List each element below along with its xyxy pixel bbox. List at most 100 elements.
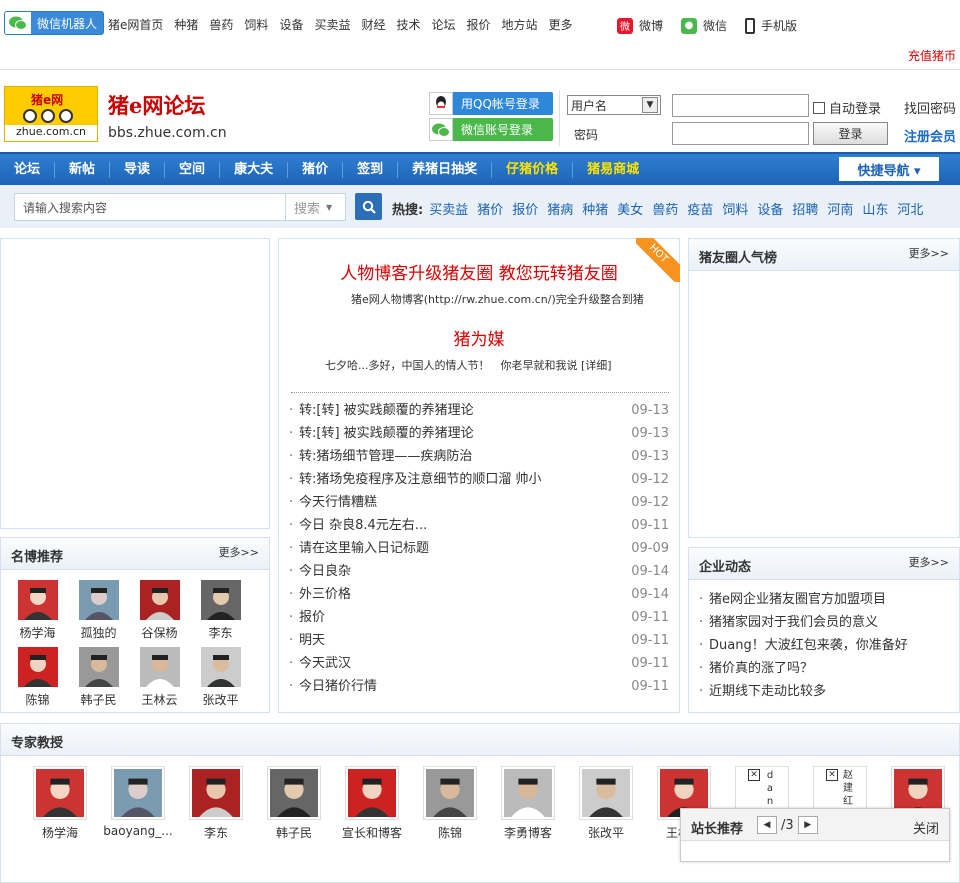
list-item[interactable]: 转:猪场免疫程序及注意细节的顺口溜 帅小 09-12 [289, 468, 669, 491]
list-item[interactable]: 近期线下走动比较多 [699, 680, 959, 703]
register-link[interactable]: 注册会员 [904, 126, 956, 145]
expert-card[interactable]: 韩子民 [255, 766, 333, 841]
wechat-link[interactable]: ● 微信 [681, 17, 727, 34]
top-nav-item[interactable]: 兽药 [209, 16, 233, 33]
blogger-card[interactable]: 韩子民 [68, 647, 129, 708]
auto-login-checkbox[interactable]: 自动登录 [813, 98, 881, 117]
list-item[interactable]: 转:[转] 被实践颠覆的养猪理论 09-13 [289, 399, 669, 422]
expert-card[interactable]: 宣长和博客 [333, 766, 411, 841]
hot-search-link[interactable]: 招聘 [792, 199, 818, 218]
expert-card[interactable]: 李勇博客 [489, 766, 567, 841]
more-link[interactable]: 更多>> [219, 544, 259, 560]
search-button[interactable] [355, 193, 382, 220]
hot-search-link[interactable]: 河南 [827, 199, 853, 218]
blogger-card[interactable]: 谷保杨 [129, 580, 190, 641]
hot-search-link[interactable]: 种猪 [582, 199, 608, 218]
list-item[interactable]: 明天 09-11 [289, 629, 669, 652]
top-nav: 猪e网首页 种猪 兽药 饲料 设备 买卖益 财经 技术 论坛 报价 地方站 更多 [108, 16, 584, 33]
prev-page-button[interactable]: ◀ [757, 816, 777, 834]
top-nav-item[interactable]: 饲料 [244, 16, 268, 33]
wechat-robot-button[interactable]: 微信机器人 [4, 11, 104, 35]
more-link[interactable]: 更多>> [909, 245, 949, 261]
list-item[interactable]: 今日猪价行情 09-11 [289, 675, 669, 698]
hot-search-link[interactable]: 买卖益 [429, 199, 468, 218]
more-link[interactable]: 更多>> [909, 554, 949, 570]
blogger-card[interactable]: 陈锦 [7, 647, 68, 708]
expert-card[interactable]: baoyang_... [99, 766, 177, 841]
list-item[interactable]: 猪猪家园对于我们会员的意义 [699, 611, 959, 634]
main-nav-item[interactable]: 新帖 [55, 161, 111, 178]
list-item[interactable]: 转:猪场细节管理——疾病防治 09-13 [289, 445, 669, 468]
main-nav-item[interactable]: 签到 [343, 161, 399, 178]
weibo-link[interactable]: 微 微博 [617, 17, 663, 34]
featured-title-2[interactable]: 猪为媒 [279, 325, 679, 350]
wechat-login-button[interactable]: 微信账号登录 [429, 118, 553, 141]
list-item[interactable]: 外三价格 09-14 [289, 583, 669, 606]
list-item[interactable]: 请在这里输入日记标题 09-09 [289, 537, 669, 560]
search-type-select[interactable]: 搜索 ▼ [286, 193, 346, 221]
hot-search-link[interactable]: 疫苗 [687, 199, 713, 218]
main-nav-item[interactable]: 仔猪价格 [492, 161, 574, 178]
list-item[interactable]: 报价 09-11 [289, 606, 669, 629]
top-nav-item[interactable]: 财经 [361, 16, 385, 33]
find-password-link[interactable]: 找回密码 [904, 98, 956, 117]
hot-search-link[interactable]: 设备 [757, 199, 783, 218]
blogger-card[interactable]: 张改平 [190, 647, 251, 708]
top-nav-item[interactable]: 报价 [467, 16, 491, 33]
top-nav-item[interactable]: 论坛 [432, 16, 456, 33]
main-nav-item[interactable]: 导读 [110, 161, 166, 178]
mobile-link[interactable]: 手机版 [745, 17, 797, 34]
blogger-card[interactable]: 李东 [190, 580, 251, 641]
list-item[interactable]: 猪e网企业猪友圈官方加盟项目 [699, 588, 959, 611]
search-input[interactable]: 请输入搜索内容 [14, 193, 286, 221]
list-item[interactable]: 猪价真的涨了吗？ [699, 657, 959, 680]
hot-search-link[interactable]: 猪价 [477, 199, 503, 218]
close-button[interactable]: 关闭 [913, 818, 939, 837]
featured-title[interactable]: 人物博客升级猪友圈 教您玩转猪友圈 [279, 259, 679, 284]
list-item[interactable]: 今天行情糟糕 09-12 [289, 491, 669, 514]
top-nav-item[interactable]: 种猪 [174, 16, 198, 33]
hot-search-link[interactable]: 猪病 [547, 199, 573, 218]
expert-card[interactable]: 张改平 [567, 766, 645, 841]
top-nav-item[interactable]: 技术 [396, 16, 420, 33]
login-button[interactable]: 登录 [813, 122, 888, 145]
hot-search-link[interactable]: 饲料 [722, 199, 748, 218]
blogger-card[interactable]: 孤独的 [68, 580, 129, 641]
main-nav-item[interactable]: 康大夫 [220, 161, 289, 178]
main-nav-item[interactable]: 猪易商城 [573, 162, 653, 178]
main-nav-item[interactable]: 养猪日抽奖 [398, 161, 493, 178]
site-logo[interactable]: 猪e网 zhue.com.cn [4, 86, 98, 142]
list-item[interactable]: Duang！大波红包来袭，你准备好 [699, 634, 959, 657]
top-nav-item[interactable]: 买卖益 [314, 16, 350, 33]
list-item[interactable]: 今日良杂 09-14 [289, 560, 669, 583]
hot-search-link[interactable]: 美女 [617, 199, 643, 218]
hot-search-link[interactable]: 兽药 [652, 199, 678, 218]
blogger-card[interactable]: 王林云 [129, 647, 190, 708]
expert-card[interactable]: 陈锦 [411, 766, 489, 841]
qq-login-button[interactable]: 用QQ帐号登录 [429, 92, 553, 115]
expert-card[interactable]: 杨学海 [21, 766, 99, 841]
top-nav-item[interactable]: 设备 [279, 16, 303, 33]
list-item[interactable]: 转:[转] 被实践颠覆的养猪理论 09-13 [289, 422, 669, 445]
username-input[interactable] [672, 94, 809, 117]
password-input[interactable] [672, 122, 809, 145]
list-item[interactable]: 今日 杂良8.4元左右... 09-11 [289, 514, 669, 537]
top-nav-item[interactable]: 猪e网首页 [108, 16, 163, 33]
hot-search-link[interactable]: 报价 [512, 199, 538, 218]
top-nav-item[interactable]: 更多 [549, 16, 573, 33]
expert-card[interactable]: 李东 [177, 766, 255, 841]
main-nav-item[interactable]: 论坛 [0, 161, 56, 178]
list-item[interactable]: 今天武汉 09-11 [289, 652, 669, 675]
next-page-button[interactable]: ▶ [797, 816, 818, 834]
hot-search-link[interactable]: 河北 [897, 199, 923, 218]
main-nav-item[interactable]: 猪价 [288, 161, 344, 178]
blogger-card[interactable]: 杨学海 [7, 580, 68, 641]
top-nav-item[interactable]: 地方站 [502, 16, 538, 33]
main-nav-item[interactable]: 空间 [165, 161, 221, 178]
hot-search-link[interactable]: 山东 [862, 199, 888, 218]
blogger-name: 李东 [208, 626, 233, 640]
recharge-link[interactable]: 充值猪币 [908, 47, 956, 64]
username-type-select[interactable]: 用户名 ▼ [567, 95, 661, 115]
quick-nav-button[interactable]: 快捷导航 ▾ [839, 157, 939, 181]
forum-url: bbs.zhue.com.cn [108, 125, 227, 141]
